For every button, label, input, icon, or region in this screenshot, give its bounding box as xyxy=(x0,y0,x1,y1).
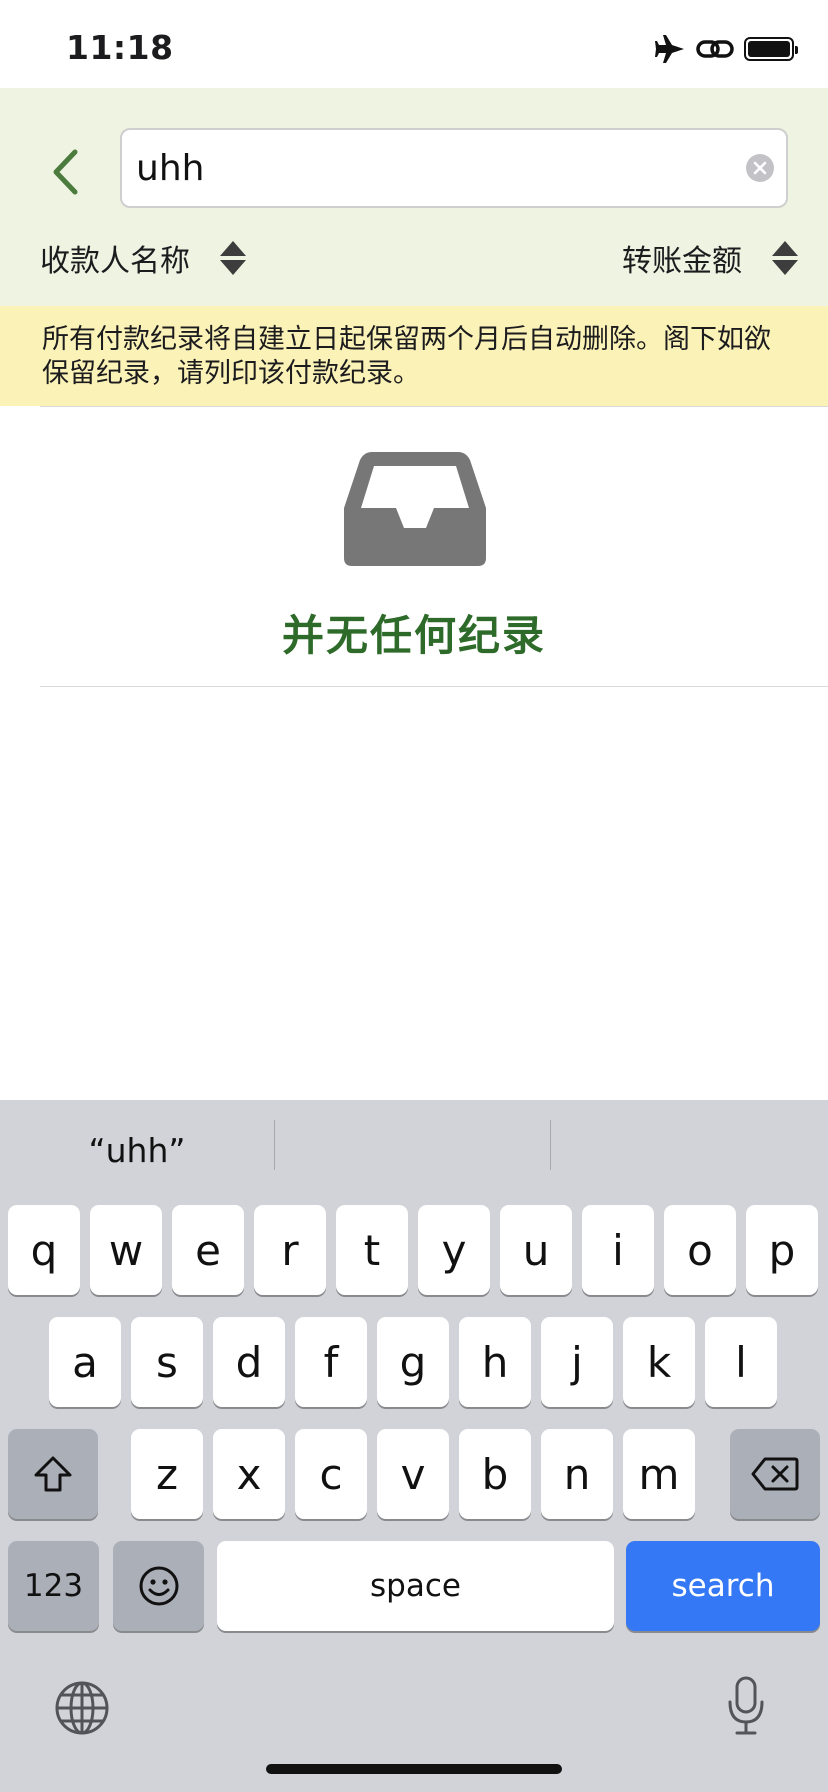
empty-state-text: 并无任何纪录 xyxy=(281,611,546,660)
key-k[interactable]: k xyxy=(623,1317,695,1407)
status-time: 11:18 xyxy=(66,28,174,67)
divider xyxy=(40,686,828,687)
suggestion-3[interactable] xyxy=(551,1100,825,1200)
key-t[interactable]: t xyxy=(336,1205,408,1295)
microphone-icon xyxy=(728,1676,764,1735)
divider xyxy=(40,406,828,407)
key-n[interactable]: n xyxy=(541,1429,613,1519)
battery-icon xyxy=(744,37,798,61)
key-w[interactable]: w xyxy=(90,1205,162,1295)
sort-payee-label: 收款人名称 xyxy=(40,244,190,279)
close-icon xyxy=(753,161,767,175)
airplane-icon xyxy=(655,35,684,63)
key-y[interactable]: y xyxy=(418,1205,490,1295)
link-icon xyxy=(696,40,734,58)
status-bar: 11:18 xyxy=(0,0,828,88)
key-d[interactable]: d xyxy=(213,1317,285,1407)
key-u[interactable]: u xyxy=(500,1205,572,1295)
dictation-button[interactable] xyxy=(726,1676,766,1736)
home-indicator[interactable] xyxy=(266,1764,562,1774)
search-key[interactable]: search xyxy=(626,1541,820,1631)
key-g[interactable]: g xyxy=(377,1317,449,1407)
search-box[interactable] xyxy=(120,128,788,208)
key-b[interactable]: b xyxy=(459,1429,531,1519)
key-p[interactable]: p xyxy=(746,1205,818,1295)
key-h[interactable]: h xyxy=(459,1317,531,1407)
search-header: 收款人名称 转账金额 xyxy=(0,88,828,306)
sort-arrows-icon xyxy=(772,241,798,275)
inbox-tray-icon xyxy=(344,452,486,566)
key-e[interactable]: e xyxy=(172,1205,244,1295)
key-r[interactable]: r xyxy=(254,1205,326,1295)
chevron-left-icon xyxy=(53,149,78,195)
keyboard: “uhh” q w e r t y u i o p a s d f g h j … xyxy=(0,1100,828,1792)
sort-arrows-icon xyxy=(220,241,246,275)
search-input[interactable] xyxy=(136,130,716,206)
globe-button[interactable] xyxy=(54,1680,110,1736)
emoji-key[interactable] xyxy=(113,1541,204,1631)
key-i[interactable]: i xyxy=(582,1205,654,1295)
numbers-key[interactable]: 123 xyxy=(8,1541,99,1631)
retention-notice: 所有付款纪录将自建立日起保留两个月后自动删除。阁下如欲保留纪录，请列印该付款纪录… xyxy=(0,306,828,406)
globe-icon xyxy=(55,1681,109,1735)
backspace-icon xyxy=(751,1457,799,1491)
emoji-icon xyxy=(139,1566,178,1606)
key-j[interactable]: j xyxy=(541,1317,613,1407)
key-x[interactable]: x xyxy=(213,1429,285,1519)
key-o[interactable]: o xyxy=(664,1205,736,1295)
space-key[interactable]: space xyxy=(217,1541,614,1631)
sort-by-amount-button[interactable]: 转账金额 xyxy=(622,236,798,280)
key-v[interactable]: v xyxy=(377,1429,449,1519)
sort-amount-label: 转账金额 xyxy=(622,244,742,279)
suggestion-2[interactable] xyxy=(275,1100,549,1200)
suggestion-bar: “uhh” xyxy=(0,1100,828,1200)
key-a[interactable]: a xyxy=(49,1317,121,1407)
key-s[interactable]: s xyxy=(131,1317,203,1407)
sort-by-payee-button[interactable]: 收款人名称 xyxy=(40,236,246,280)
suggestion-1[interactable]: “uhh” xyxy=(0,1100,274,1200)
shift-key[interactable] xyxy=(8,1429,98,1519)
clear-search-button[interactable] xyxy=(746,154,774,182)
key-m[interactable]: m xyxy=(623,1429,695,1519)
back-button[interactable] xyxy=(40,142,90,202)
key-l[interactable]: l xyxy=(705,1317,777,1407)
shift-icon xyxy=(34,1456,72,1492)
key-z[interactable]: z xyxy=(131,1429,203,1519)
status-icons xyxy=(654,34,798,64)
key-f[interactable]: f xyxy=(295,1317,367,1407)
sort-row: 收款人名称 转账金额 xyxy=(0,236,828,292)
key-q[interactable]: q xyxy=(8,1205,80,1295)
key-c[interactable]: c xyxy=(295,1429,367,1519)
backspace-key[interactable] xyxy=(730,1429,820,1519)
